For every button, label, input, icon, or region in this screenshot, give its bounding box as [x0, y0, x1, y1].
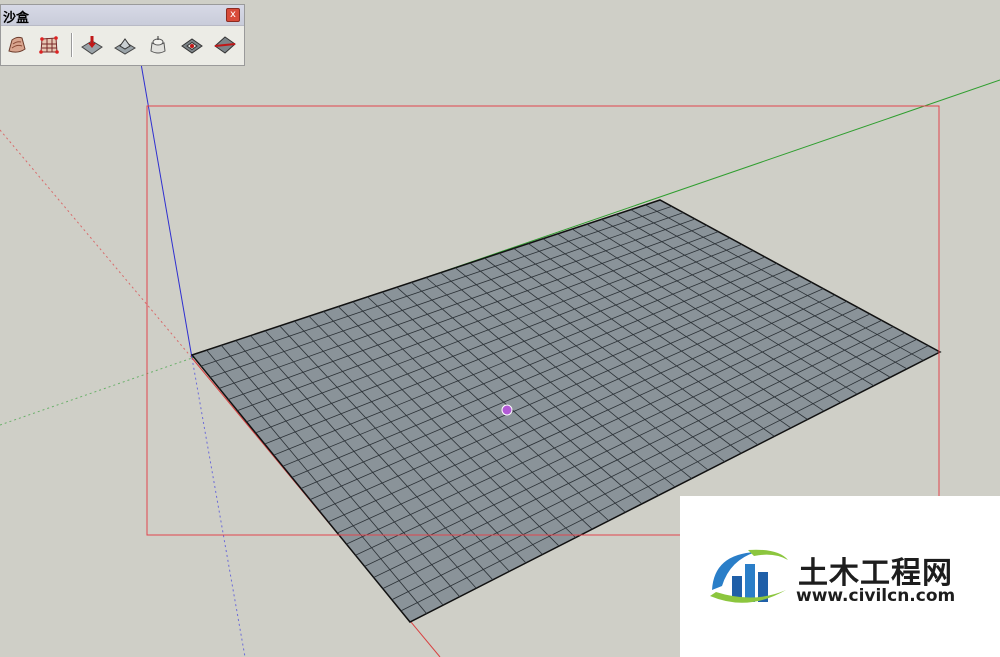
stamp-icon[interactable]: [111, 31, 139, 59]
add-detail-icon[interactable]: [178, 31, 206, 59]
civilcn-logo-icon: [710, 549, 788, 603]
green-axis-dashed: [0, 357, 193, 426]
smoove-icon[interactable]: [78, 31, 106, 59]
close-icon[interactable]: x: [226, 8, 240, 22]
watermark: 土木工程网 www.civilcn.com: [680, 496, 1000, 657]
toolbar-titlebar[interactable]: 沙盒 x: [1, 5, 244, 26]
toolbar-separator: [71, 33, 73, 57]
red-axis-dashed: [0, 129, 193, 359]
from-contours-icon[interactable]: [3, 31, 31, 59]
center-point[interactable]: [501, 404, 513, 416]
drape-icon[interactable]: [144, 31, 172, 59]
from-scratch-icon[interactable]: [35, 31, 63, 59]
sandbox-toolbar[interactable]: 沙盒 x: [0, 4, 245, 66]
toolbar-buttons: [1, 29, 244, 63]
toolbar-title: 沙盒: [3, 11, 30, 26]
watermark-url: www.civilcn.com: [796, 586, 956, 606]
flip-edge-icon[interactable]: [211, 31, 239, 59]
